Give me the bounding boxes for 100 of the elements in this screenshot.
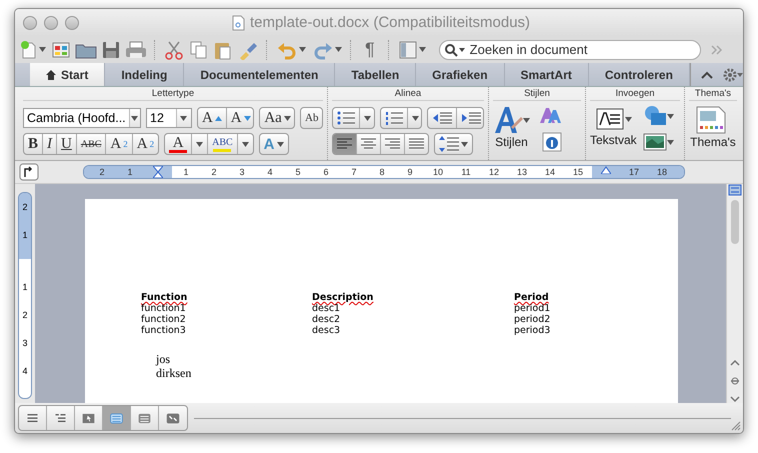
ruler-number: 10 — [432, 166, 444, 178]
underline-button[interactable]: U — [57, 134, 77, 154]
ruler-number: 9 — [406, 166, 414, 178]
caret-icon — [523, 118, 530, 122]
ruler-number: 2 — [21, 309, 28, 322]
caret-icon — [666, 140, 674, 144]
table-cell: period2 — [514, 314, 550, 325]
ribbon-tab[interactable]: Start — [30, 63, 106, 86]
home-icon — [46, 70, 56, 80]
copy-icon[interactable] — [189, 40, 209, 60]
font-size-field[interactable]: 12 — [146, 108, 192, 128]
tab-stop-selector[interactable] — [19, 163, 39, 181]
ruler-number: 8 — [378, 166, 386, 178]
caret-icon — [666, 114, 674, 118]
group-title: Stijlen — [493, 87, 581, 101]
highlight-button[interactable]: ABC — [208, 134, 238, 154]
paragraph-text: jos — [156, 352, 170, 366]
clear-formatting-button[interactable]: Ab — [301, 108, 322, 128]
new-document-icon[interactable] — [20, 40, 38, 60]
indent-icon — [461, 112, 482, 124]
up-triangle-icon — [214, 116, 222, 120]
caret-icon — [196, 142, 204, 146]
ribbon-tab[interactable]: Documentelementen — [184, 63, 336, 86]
column-header: Period — [514, 292, 550, 303]
themes-button[interactable]: Thema's — [689, 105, 737, 149]
image-icon[interactable] — [642, 133, 667, 151]
shapes-icon[interactable] — [642, 105, 667, 127]
window-control-button[interactable] — [65, 16, 79, 30]
horizontal-ruler[interactable]: 2 1 1 2 3 4 5 6 7 8 9 10 11 12 13 14 15 17 18 — [83, 165, 685, 179]
scissors-icon[interactable] — [163, 40, 185, 60]
ruler-number: 12 — [488, 166, 500, 178]
window-control-button[interactable] — [44, 16, 58, 30]
ruler-number: 1 — [21, 229, 28, 242]
window-control-button[interactable] — [23, 16, 37, 30]
ribbon-tab[interactable]: Indeling — [105, 63, 184, 86]
align-button[interactable] — [333, 134, 357, 154]
color-bar-icon — [169, 150, 188, 152]
ruler-number: 14 — [544, 166, 556, 178]
split-icon[interactable] — [728, 184, 742, 196]
ruler-number: 2 — [98, 166, 106, 178]
table-cell: desc3 — [312, 325, 340, 336]
caret-icon — [39, 47, 46, 52]
gear-icon[interactable] — [722, 68, 743, 82]
caret-icon — [284, 116, 291, 120]
window-title: template-out.docx (Compatibiliteitsmodus) — [250, 14, 530, 31]
column-header: Description — [312, 292, 514, 303]
brush-letter-icon — [493, 105, 523, 135]
caret-icon — [180, 116, 188, 120]
ribbon-tab[interactable]: Grafieken — [416, 63, 505, 86]
right-indent-marker-icon[interactable] — [601, 166, 611, 174]
italic-button[interactable]: I — [43, 134, 58, 154]
ruler-number: 2 — [210, 166, 218, 178]
ribbon-tab[interactable]: Tabellen — [335, 63, 416, 86]
document-icon — [232, 14, 245, 30]
group-title: Thema's — [689, 87, 737, 101]
font-name-field[interactable]: Cambria (Hoofd... — [23, 108, 141, 128]
save-icon[interactable] — [101, 40, 121, 60]
table-cell: desc1 — [312, 303, 340, 314]
vertical-ruler[interactable]: 2 1 1 2 3 4 — [18, 192, 32, 399]
align-icon — [361, 138, 376, 150]
change-case-button[interactable]: Aa — [260, 108, 294, 128]
ruler-number: 15 — [572, 166, 584, 178]
column-header: Function — [141, 292, 312, 303]
strike-button[interactable]: ABC — [76, 134, 106, 154]
ruler-number: 1 — [182, 166, 190, 178]
sidebar-icon[interactable] — [398, 40, 418, 60]
printer-icon[interactable] — [125, 40, 147, 60]
ribbon-tab[interactable]: Controleren — [588, 63, 690, 86]
search-field[interactable]: Zoeken in document — [438, 40, 701, 60]
caret-icon — [131, 116, 138, 120]
styles-button[interactable]: Stijlen — [493, 105, 530, 153]
search-icon[interactable] — [444, 42, 466, 56]
bold-button[interactable]: B — [24, 134, 44, 154]
text-box-button[interactable]: Tekstvak — [590, 105, 637, 151]
table-cell: function2 — [141, 314, 186, 325]
ruler-number: 7 — [350, 166, 358, 178]
paragraph-text: dirksen — [156, 366, 192, 380]
grow-font-button[interactable]: A — [198, 108, 227, 128]
caret-icon — [276, 142, 284, 146]
ruler-number: 4 — [266, 166, 274, 178]
shrink-font-button[interactable]: A — [226, 108, 254, 128]
resize-grip-icon[interactable] — [731, 421, 741, 431]
align-icon — [337, 138, 352, 150]
table-cell: period1 — [514, 303, 550, 314]
styles-pane-icon[interactable] — [541, 131, 563, 153]
indent-marker-icon[interactable] — [153, 166, 163, 178]
ruler-number: 4 — [21, 365, 28, 378]
numbered-list-icon — [384, 111, 403, 125]
collapse-icon[interactable] — [700, 70, 713, 78]
caret-icon — [335, 47, 342, 52]
ruler-number: 17 — [628, 166, 640, 178]
ribbon-tab[interactable]: SmartArt — [504, 63, 589, 86]
ruler-number: 1 — [126, 166, 134, 178]
pilcrow-button[interactable]: ¶ — [359, 39, 381, 60]
ruler-number: 3 — [21, 337, 28, 350]
gallery-icon[interactable] — [51, 40, 71, 60]
scrollbar-thumb[interactable] — [731, 200, 739, 244]
align-icon — [409, 138, 424, 150]
font-color-button[interactable]: A — [165, 134, 192, 154]
scroll-arrows-icon[interactable] — [729, 359, 741, 403]
